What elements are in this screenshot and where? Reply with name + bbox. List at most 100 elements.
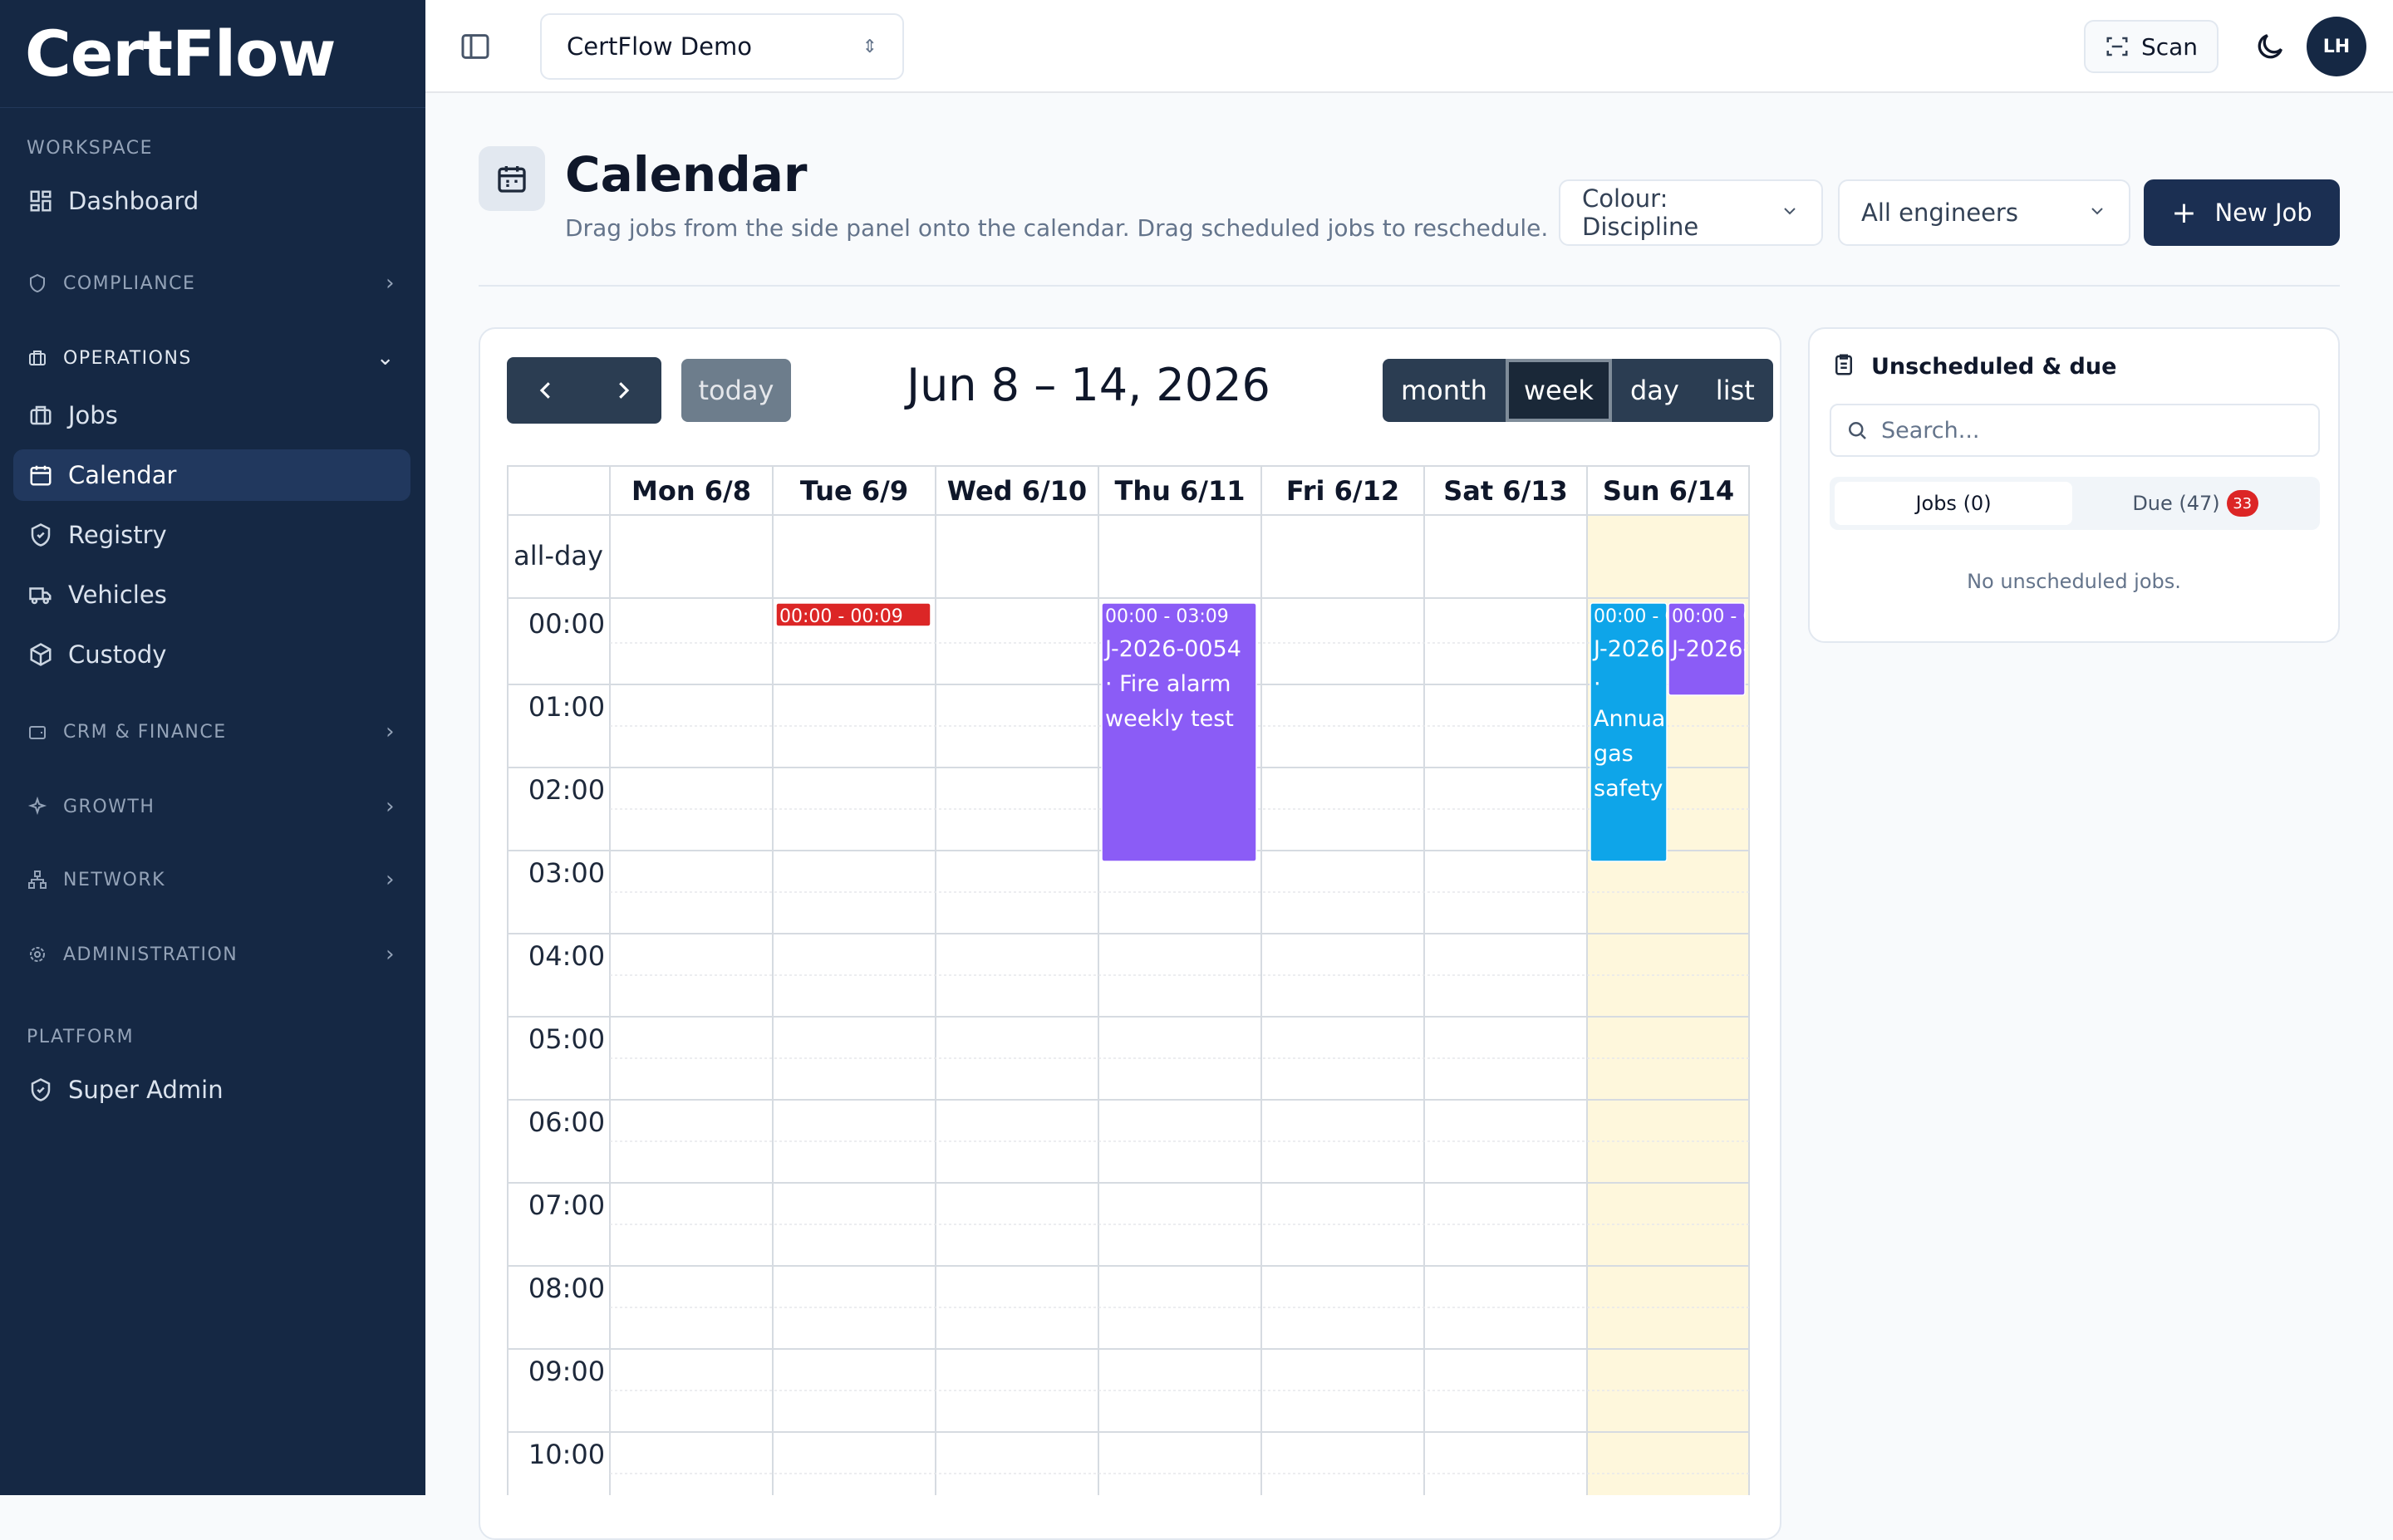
tab-due[interactable]: Due (47) 33 (2076, 482, 2315, 525)
sidebar-item-jobs[interactable]: Jobs (13, 390, 410, 441)
header-divider (479, 285, 2340, 287)
tab-jobs[interactable]: Jobs (0) (1835, 482, 2072, 525)
event-title: safety (1594, 776, 1663, 802)
event-title: · Fire alarm (1105, 671, 1231, 697)
sidebar-item-dashboard[interactable]: Dashboard (13, 175, 410, 227)
calendar-nav (507, 357, 661, 424)
day-header[interactable]: Wed 6/10 (947, 475, 1087, 507)
all-day-label: all-day (513, 540, 603, 571)
sidebar-group-label: COMPLIANCE (63, 272, 196, 294)
sidebar-group-administration[interactable]: ADMINISTRATION › (27, 942, 396, 967)
event-time: 00:00 - 01:09 (1672, 606, 1753, 627)
hour-label: 08:00 (528, 1273, 605, 1304)
day-header[interactable]: Thu 6/11 (1114, 475, 1245, 507)
sidebar-group-growth[interactable]: GROWTH › (27, 794, 396, 819)
search-input[interactable]: Search... (1830, 404, 2320, 457)
sidebar-group-compliance[interactable]: COMPLIANCE › (27, 271, 396, 296)
sidebar-item-super-admin[interactable]: Super Admin (13, 1064, 410, 1116)
empty-state: No unscheduled jobs. (1967, 570, 2181, 593)
hour-label: 05:00 (528, 1023, 605, 1055)
hour-label: 09:00 (528, 1356, 605, 1387)
search-placeholder: Search... (1881, 417, 1980, 444)
calendar-icon (479, 146, 545, 211)
view-day-button[interactable]: day (1612, 359, 1698, 422)
sparkles-icon (27, 796, 48, 817)
sidebar-item-label: Dashboard (68, 187, 199, 215)
panel-title: Unscheduled & due (1871, 354, 2117, 380)
sidebar-group-network[interactable]: NETWORK › (27, 867, 396, 892)
truck-icon (27, 581, 55, 609)
unscheduled-panel: Unscheduled & due Search... Jobs (0) Due… (1808, 327, 2340, 643)
tab-due-label: Due (47) (2132, 492, 2220, 515)
avatar[interactable]: LH (2307, 17, 2366, 76)
hour-label: 07:00 (528, 1189, 605, 1221)
chevron-updown-icon: ⇕ (862, 36, 877, 57)
day-header[interactable]: Tue 6/9 (800, 475, 908, 507)
sidebar-item-label: Jobs (68, 401, 118, 429)
event-title: gas (1594, 741, 1634, 767)
sidebar-group-crm-finance[interactable]: CRM & FINANCE › (27, 719, 396, 744)
briefcase-icon (27, 401, 55, 429)
chevron-right-icon: › (386, 794, 396, 819)
sidebar-item-label: Registry (68, 521, 167, 549)
sidebar-group-label: GROWTH (63, 796, 155, 817)
hour-label: 04:00 (528, 940, 605, 972)
view-list-button[interactable]: list (1698, 359, 1773, 422)
moon-icon[interactable] (2253, 30, 2287, 63)
sidebar-item-custody[interactable]: Custody (13, 629, 410, 680)
workspace-switcher[interactable]: CertFlow Demo ⇕ (540, 13, 904, 80)
event-time: 00:00 - 00:09 (779, 606, 903, 627)
clipboard-icon (1831, 352, 1858, 379)
today-button[interactable]: today (681, 359, 791, 422)
event-title: J-2026 (1592, 636, 1664, 662)
next-week-button[interactable] (584, 357, 661, 424)
network-icon (27, 869, 48, 890)
sidebar-item-label: Vehicles (68, 581, 167, 609)
workspace-name: CertFlow Demo (567, 32, 752, 61)
app-logo[interactable]: CertFlow (0, 0, 425, 108)
view-week-button[interactable]: week (1505, 359, 1612, 422)
shield-check-icon (27, 521, 55, 549)
chevron-right-icon: › (386, 942, 396, 967)
hour-label: 03:00 (528, 857, 605, 889)
day-header[interactable]: Fri 6/12 (1286, 475, 1399, 507)
view-month-button[interactable]: month (1383, 359, 1506, 422)
briefcase-icon (27, 347, 48, 369)
sidebar-group-label: OPERATIONS (63, 347, 192, 369)
sidebar-item-vehicles[interactable]: Vehicles (13, 569, 410, 620)
due-count-badge: 33 (2226, 490, 2258, 517)
colour-select-value: Colour: Discipline (1582, 184, 1699, 241)
colour-select[interactable]: Colour: Discipline (1559, 179, 1823, 246)
sidebar-item-registry[interactable]: Registry (13, 509, 410, 561)
event-time: 00:00 - 03:09 (1105, 606, 1229, 627)
scan-button[interactable]: Scan (2084, 20, 2219, 73)
day-header[interactable]: Sun 6/14 (1603, 475, 1734, 507)
shield-check-icon (27, 1076, 55, 1104)
day-header[interactable]: Mon 6/8 (631, 475, 751, 507)
sidebar-group-label: CRM & FINANCE (63, 721, 227, 743)
sidebar-item-label: Calendar (68, 461, 177, 489)
sidebar-group-operations[interactable]: OPERATIONS ⌄ (27, 346, 396, 370)
hour-label: 06:00 (528, 1106, 605, 1138)
chevron-down-icon (1780, 199, 1800, 227)
chevron-down-icon (2087, 199, 2107, 227)
page-title: Calendar (565, 146, 808, 203)
sidebar-group-label: ADMINISTRATION (63, 944, 238, 965)
engineer-select-value: All engineers (1861, 199, 2018, 227)
engineer-select[interactable]: All engineers (1838, 179, 2130, 246)
new-job-button[interactable]: + New Job (2144, 179, 2340, 246)
wallet-icon (27, 721, 48, 743)
top-bar: CertFlow Demo ⇕ Scan LH (425, 0, 2393, 93)
chevron-right-icon: › (386, 271, 396, 296)
gear-icon (27, 944, 48, 965)
day-header[interactable]: Sat 6/13 (1443, 475, 1568, 507)
chevron-right-icon: › (386, 719, 396, 744)
prev-week-button[interactable] (507, 357, 584, 424)
chevron-down-icon: ⌄ (376, 346, 396, 370)
sidebar-item-calendar[interactable]: Calendar (13, 449, 410, 501)
event-title: · (1594, 671, 1601, 697)
event-title: Annual (1594, 706, 1672, 732)
sidebar-toggle-icon[interactable] (459, 30, 492, 63)
dashboard-icon (27, 187, 55, 215)
search-icon (1845, 418, 1870, 443)
